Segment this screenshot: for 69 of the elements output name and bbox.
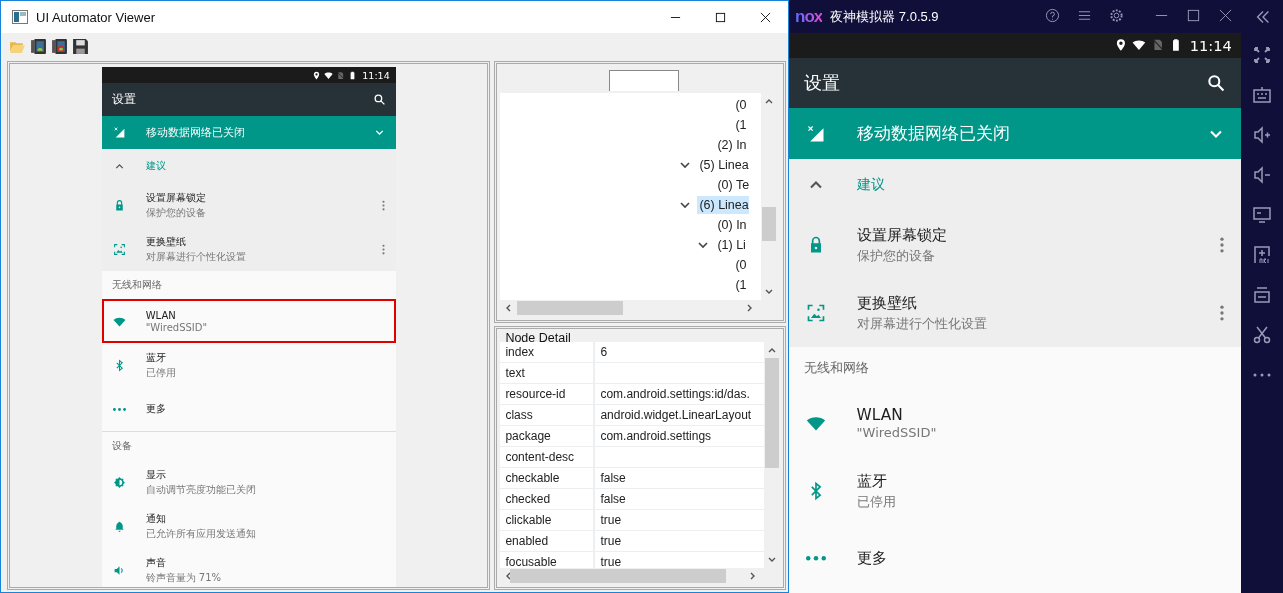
tree-node[interactable]: (0) In bbox=[715, 216, 747, 234]
item-title: 蓝牙 bbox=[145, 350, 167, 365]
property-name: enabled bbox=[500, 531, 596, 551]
suggestions-label: 建议 bbox=[856, 176, 885, 195]
status-time: 11:14 bbox=[362, 69, 390, 81]
property-name: index bbox=[500, 342, 596, 362]
screen-title: 设置 bbox=[804, 71, 841, 96]
tree-node[interactable]: (0 bbox=[733, 256, 747, 274]
property-name: checkable bbox=[500, 468, 596, 488]
property-value: true bbox=[599, 533, 623, 550]
item-title: 更换壁纸 bbox=[856, 292, 918, 314]
property-value: android.widget.LinearLayout bbox=[599, 407, 753, 424]
mobile-data-banner[interactable]: 移动数据网络已关闭 bbox=[101, 116, 396, 149]
item-subtitle: "WiredSSID" bbox=[145, 321, 208, 333]
section-header: 无线和网络 bbox=[804, 359, 870, 378]
status-time: 11:14 bbox=[1189, 36, 1232, 54]
item-title: 设置屏幕锁定 bbox=[856, 225, 947, 247]
section-header: 无线和网络 bbox=[111, 278, 162, 292]
property-name: content-desc bbox=[500, 447, 596, 467]
item-title: 更换壁纸 bbox=[145, 234, 187, 249]
tree-node[interactable]: (5) Linea bbox=[697, 156, 749, 174]
tree-node[interactable]: (6) Linea bbox=[697, 196, 749, 214]
item-title: 蓝牙 bbox=[856, 471, 888, 492]
property-name: package bbox=[500, 426, 596, 446]
item-subtitle: 对屏幕进行个性化设置 bbox=[856, 314, 987, 333]
item-subtitle: 已停用 bbox=[856, 493, 896, 511]
item-subtitle: 保护您的设备 bbox=[145, 205, 206, 220]
item-subtitle: 铃声音量为 71% bbox=[145, 570, 222, 585]
window-title: UI Automator Viewer bbox=[36, 9, 155, 25]
tree-node[interactable]: (1) Li bbox=[715, 236, 746, 254]
property-value: 6 bbox=[599, 344, 609, 361]
section-header: 设备 bbox=[111, 439, 132, 453]
property-name: resource-id bbox=[500, 384, 596, 404]
window-title: 夜神模拟器 7.0.5.9 bbox=[830, 7, 939, 26]
property-name: class bbox=[500, 405, 596, 425]
tree-node[interactable]: (2) In bbox=[715, 136, 747, 154]
item-title: 通知 bbox=[145, 511, 167, 526]
item-title: 更多 bbox=[856, 548, 887, 570]
property-value: com.android.settings:id/das. bbox=[599, 386, 751, 403]
tree-node[interactable]: (0) Te bbox=[715, 176, 750, 194]
item-subtitle: 自动调节亮度功能已关闭 bbox=[145, 482, 256, 497]
screen-title: 设置 bbox=[111, 91, 136, 108]
suggestions-label: 建议 bbox=[145, 159, 166, 173]
banner-text: 移动数据网络已关闭 bbox=[856, 122, 1010, 146]
property-value: true bbox=[599, 554, 623, 571]
property-value: com.android.settings bbox=[599, 428, 713, 445]
item-subtitle: 已停用 bbox=[145, 365, 176, 380]
property-value: false bbox=[599, 470, 627, 487]
mobile-data-banner[interactable]: 移动数据网络已关闭 bbox=[789, 108, 1241, 159]
property-value: true bbox=[599, 512, 623, 529]
item-title: WLAN bbox=[856, 406, 904, 425]
item-title: 声音 bbox=[145, 555, 167, 570]
tree-node[interactable]: (0 bbox=[733, 96, 747, 114]
tree-node[interactable]: (1 bbox=[733, 276, 747, 294]
property-value: false bbox=[599, 491, 627, 508]
property-name: checked bbox=[500, 489, 596, 509]
item-title: 显示 bbox=[145, 467, 167, 482]
item-title: WLAN bbox=[145, 309, 177, 321]
item-subtitle: 已允许所有应用发送通知 bbox=[145, 526, 256, 541]
banner-text: 移动数据网络已关闭 bbox=[145, 125, 245, 140]
item-subtitle: "WiredSSID" bbox=[856, 425, 937, 441]
item-title: 更多 bbox=[145, 402, 166, 416]
item-title: 设置屏幕锁定 bbox=[145, 190, 206, 205]
property-name: clickable bbox=[500, 510, 596, 530]
property-name: text bbox=[500, 363, 596, 383]
item-subtitle: 对屏幕进行个性化设置 bbox=[145, 249, 246, 264]
item-subtitle: 保护您的设备 bbox=[856, 247, 936, 266]
settings-item[interactable]: WLAN "WiredSSID" bbox=[101, 299, 396, 343]
tree-node[interactable]: (1 bbox=[733, 116, 747, 134]
